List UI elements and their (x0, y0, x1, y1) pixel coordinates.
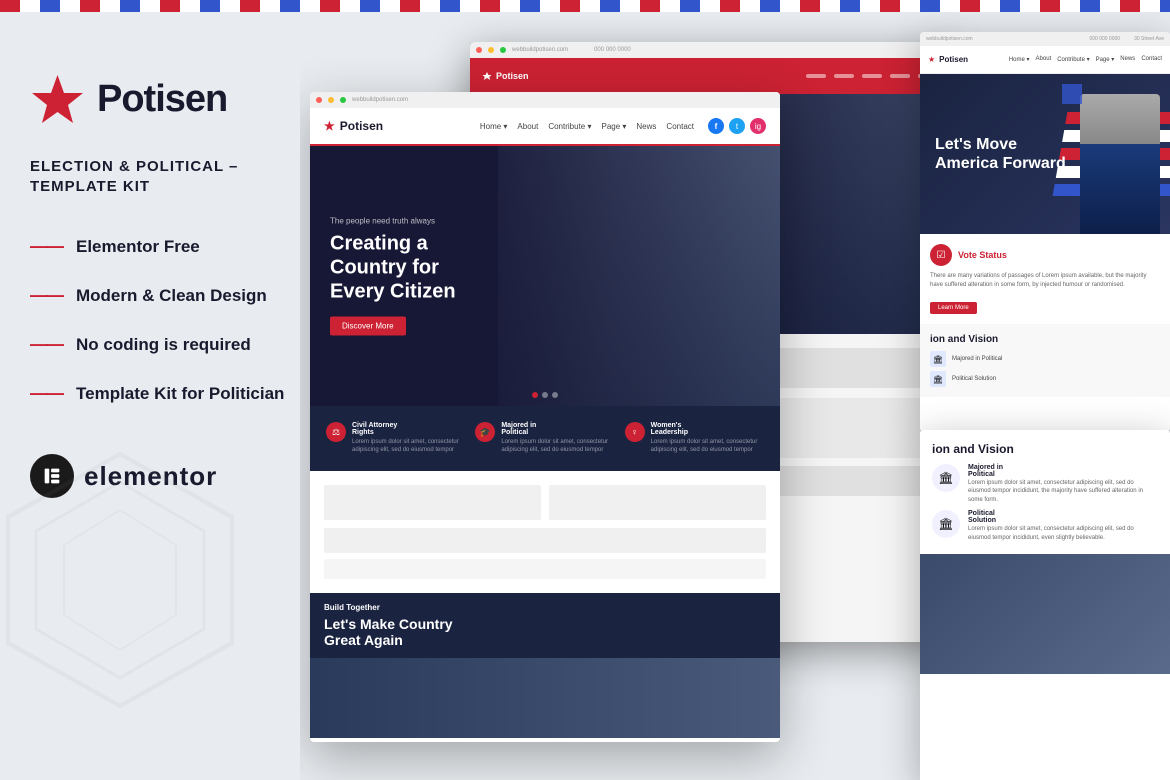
womens-icon: ♀ (625, 422, 645, 442)
bottom-item-1-content: Majored inPolitical Lorem ipsum dolor si… (968, 464, 1158, 504)
solution-item-icon: 🏛 (930, 371, 946, 387)
front-bottom-image (310, 658, 780, 738)
logo-star-icon (30, 72, 85, 127)
right-vote-status: ☑ Vote Status There are many variations … (920, 234, 1170, 324)
feature-label: Template Kit for Politician (76, 384, 284, 404)
civil-icon: ⚖ (326, 422, 346, 442)
right-nav: ★ Potisen Home ▾ About Contribute ▾ Page… (920, 46, 1170, 74)
feature-item-modern-design: —— Modern & Clean Design (30, 285, 290, 306)
solution-item-label: Political Solution (952, 376, 996, 382)
bottom-item-1-desc: Lorem ipsum dolor sit amet, consectetur … (968, 479, 1158, 504)
front-nav-links: Home ▾ About Contribute ▾ Page ▾ News Co… (480, 122, 694, 131)
dash-icon: —— (30, 236, 62, 257)
screenshot-front: webbuildpotisen.com ★ Potisen Home ▾ Abo… (310, 92, 780, 742)
left-panel: Potisen Election & Political – Template … (0, 12, 320, 780)
vote-text: There are many variations of passages of… (930, 272, 1160, 290)
feature-womens: ♀ Women'sLeadership Lorem ipsum dolor si… (625, 422, 764, 455)
front-features: ⚖ Civil AttorneyRights Lorem ipsum dolor… (310, 406, 780, 471)
vote-icon: ☑ (930, 244, 952, 266)
civil-title: Civil AttorneyRights (352, 422, 465, 436)
right-section2: ion and Vision 🏛 Majored in Political 🏛 … (920, 324, 1170, 397)
feature-item-template-kit: —— Template Kit for Politician (30, 383, 290, 404)
tagline: Election & Political – Template Kit (30, 157, 290, 196)
right-section2-title: ion and Vision (930, 334, 1160, 345)
vote-btn[interactable]: Learn More (930, 302, 977, 314)
political-desc: Lorem ipsum dolor sit amet, consectetur … (501, 438, 614, 455)
bottom-right-item-2: 🏛 PoliticalSolution Lorem ipsum dolor si… (932, 510, 1158, 542)
bottom-item-1-title: Majored inPolitical (968, 464, 1158, 478)
dash-icon: —— (30, 383, 62, 404)
bottom-right-image (920, 554, 1170, 674)
bottom-item-2-content: PoliticalSolution Lorem ipsum dolor sit … (968, 510, 1158, 542)
screenshot-bottom-right: ion and Vision 🏛 Majored inPolitical Lor… (920, 430, 1170, 780)
features-list: —— Elementor Free —— Modern & Clean Desi… (30, 236, 290, 404)
feature-label: No coding is required (76, 335, 251, 355)
hex-watermark (0, 440, 260, 720)
right-item-1: 🏛 Majored in Political (930, 351, 1160, 367)
bottom-solution-icon: 🏛 (932, 510, 960, 538)
front-hero-eyebrow: The people need truth always (330, 217, 456, 226)
logo-text: Potisen (97, 78, 227, 121)
front-hero-title: Creating aCountry forEvery Citizen (330, 232, 456, 304)
back-nav-links (806, 74, 938, 78)
front-bottom-eyebrow: Build Together (324, 603, 766, 612)
bottom-right-section: ion and Vision 🏛 Majored inPolitical Lor… (920, 430, 1170, 554)
dash-icon: —— (30, 285, 62, 306)
url-bar-right: webbuildpotisen.com 000 000 0000 30 Stre… (920, 32, 1170, 46)
feature-label: Elementor Free (76, 237, 200, 257)
feature-civil: ⚖ Civil AttorneyRights Lorem ipsum dolor… (326, 422, 465, 455)
logo-area: Potisen (30, 72, 290, 127)
political-item-icon: 🏛 (930, 351, 946, 367)
front-cta-button[interactable]: Discover More (330, 317, 406, 336)
right-hero-title: Let's MoveAmerica Forward (935, 135, 1066, 173)
feature-item-no-coding: —— No coding is required (30, 334, 290, 355)
back-nav-bar: Potisen (470, 58, 950, 94)
top-decorative-bar (0, 0, 1170, 12)
front-nav: ★ Potisen Home ▾ About Contribute ▾ Page… (310, 108, 780, 146)
right-hero: Let's MoveAmerica Forward (920, 74, 1170, 234)
bottom-right-title: ion and Vision (932, 442, 1158, 456)
political-item-label: Majored in Political (952, 356, 1002, 362)
womens-desc: Lorem ipsum dolor sit amet, consectetur … (651, 438, 764, 455)
right-vote-header: ☑ Vote Status (930, 244, 1160, 266)
front-hero-dots (532, 392, 558, 398)
front-bottom-title: Let's Make CountryGreat Again (324, 616, 766, 648)
back-nav-logo: Potisen (482, 71, 529, 81)
front-content (310, 471, 780, 593)
civil-desc: Lorem ipsum dolor sit amet, consectetur … (352, 438, 465, 455)
dash-icon: —— (30, 334, 62, 355)
screenshots-area: webbuildpotisen.com 000 000 0000 Potisen (300, 12, 1170, 780)
feature-political: 🎓 Majored inPolitical Lorem ipsum dolor … (475, 422, 614, 455)
right-item-2: 🏛 Political Solution (930, 371, 1160, 387)
bottom-item-2-title: PoliticalSolution (968, 510, 1158, 524)
front-nav-logo: ★ Potisen (324, 119, 383, 133)
screenshot-top-right: webbuildpotisen.com 000 000 0000 30 Stre… (920, 32, 1170, 432)
url-bar-front: webbuildpotisen.com (310, 92, 780, 108)
vote-title: Vote Status (958, 250, 1007, 260)
bottom-political-icon: 🏛 (932, 464, 960, 492)
political-title: Majored inPolitical (501, 422, 614, 436)
front-hero: The people need truth always Creating aC… (310, 146, 780, 406)
feature-item-elementor-free: —— Elementor Free (30, 236, 290, 257)
womens-title: Women'sLeadership (651, 422, 764, 436)
blue-circle-decor (1062, 84, 1082, 104)
feature-label: Modern & Clean Design (76, 286, 267, 306)
url-bar-back: webbuildpotisen.com 000 000 0000 (470, 42, 950, 58)
front-bottom-strip: Build Together Let's Make CountryGreat A… (310, 593, 780, 658)
right-hero-person (1080, 94, 1160, 234)
right-section2-items: 🏛 Majored in Political 🏛 Political Solut… (930, 351, 1160, 387)
political-icon: 🎓 (475, 422, 495, 442)
bottom-item-2-desc: Lorem ipsum dolor sit amet, consectetur … (968, 525, 1158, 542)
bottom-right-items: 🏛 Majored inPolitical Lorem ipsum dolor … (932, 464, 1158, 542)
bottom-right-item-1: 🏛 Majored inPolitical Lorem ipsum dolor … (932, 464, 1158, 504)
